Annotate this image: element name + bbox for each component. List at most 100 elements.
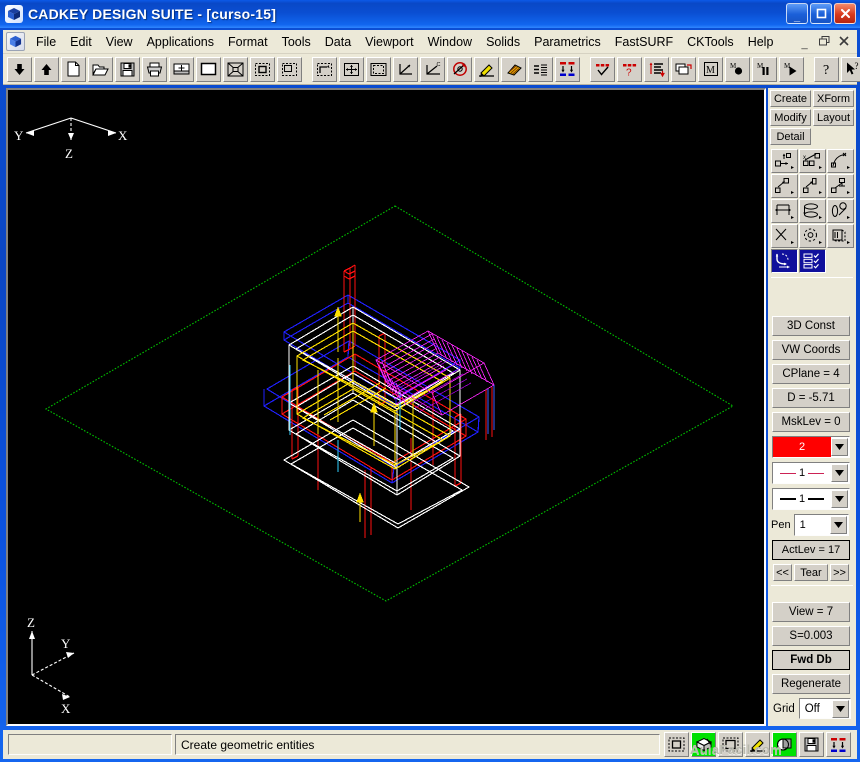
mdi-minimize-button[interactable]: _ <box>796 33 813 50</box>
fillet-icon[interactable] <box>771 249 798 273</box>
pen-combo[interactable]: 1 <box>793 514 849 536</box>
levels-icon[interactable] <box>528 56 553 82</box>
mode-detail-button[interactable]: Detail <box>770 128 811 145</box>
chevron-down-icon[interactable] <box>831 438 848 456</box>
open-folder-icon[interactable] <box>88 56 113 82</box>
point-position-icon[interactable] <box>771 149 798 173</box>
mdi-close-button[interactable] <box>836 33 853 49</box>
verify-down-icon[interactable] <box>555 56 580 82</box>
menu-item-help[interactable]: Help <box>741 32 781 52</box>
check-mask-icon[interactable] <box>590 56 615 82</box>
shade-model-icon[interactable] <box>691 732 716 757</box>
line-rectangle-icon[interactable] <box>799 174 826 198</box>
scale-button[interactable]: S=0.003 <box>772 626 850 646</box>
mode-layout-button[interactable]: Layout <box>813 109 854 126</box>
save-disk-icon[interactable] <box>799 732 824 757</box>
grid-combo[interactable]: Off <box>798 698 851 719</box>
mode-xform-button[interactable]: XForm <box>813 90 854 107</box>
linewidth-combo[interactable]: 1 <box>772 488 850 510</box>
chevron-down-icon[interactable] <box>831 464 848 482</box>
plot-window-icon[interactable] <box>169 56 194 82</box>
zoom-selection-icon[interactable] <box>277 56 302 82</box>
pencil-draw-icon[interactable] <box>745 732 770 757</box>
macro-record-icon[interactable]: M <box>725 56 750 82</box>
view-button[interactable]: View = 7 <box>772 602 850 622</box>
copy-layers-icon[interactable] <box>671 56 696 82</box>
color-combo[interactable]: 2 <box>772 436 850 458</box>
arrow-down-icon[interactable] <box>7 56 32 82</box>
cplane-button[interactable]: CPlane = 4 <box>772 364 850 384</box>
printer-icon[interactable] <box>142 56 167 82</box>
mode-create-button[interactable]: Create <box>770 90 811 107</box>
spline-icon[interactable] <box>771 199 798 223</box>
conic-icon[interactable] <box>771 224 798 248</box>
blank-window-icon[interactable] <box>196 56 221 82</box>
menu-item-data[interactable]: Data <box>318 32 358 52</box>
vw-coords-button[interactable]: VW Coords <box>772 340 850 360</box>
circle-arc-icon[interactable] <box>827 199 854 223</box>
mask-level-button[interactable]: MskLev = 0 <box>772 412 850 432</box>
solids-overlap-icon[interactable] <box>772 732 797 757</box>
palette-next-button[interactable]: >> <box>830 564 849 581</box>
linetype-combo[interactable]: 1 <box>772 462 850 484</box>
zoom-all-icon[interactable] <box>339 56 364 82</box>
menu-item-parametrics[interactable]: Parametrics <box>527 32 608 52</box>
macro-play-icon[interactable]: M <box>779 56 804 82</box>
macro-icon[interactable]: M <box>698 56 723 82</box>
zoom-box-icon[interactable] <box>250 56 275 82</box>
query-mask-icon[interactable]: ? <box>617 56 642 82</box>
palette-tear-button[interactable]: Tear <box>794 564 828 581</box>
sort-list-icon[interactable] <box>644 56 669 82</box>
arrow-up-icon[interactable] <box>34 56 59 82</box>
mdi-restore-button[interactable] <box>816 33 833 49</box>
chevron-down-icon[interactable] <box>831 699 849 718</box>
ellipse-fit-icon[interactable] <box>799 199 826 223</box>
line-parallel-icon[interactable] <box>771 174 798 198</box>
axes-cplane-icon[interactable]: C <box>420 56 445 82</box>
regenerate-button[interactable]: Regenerate <box>772 674 850 694</box>
new-file-icon[interactable] <box>61 56 86 82</box>
menu-item-fastsurf[interactable]: FastSURF <box>608 32 680 52</box>
select-box-icon[interactable] <box>718 732 743 757</box>
help-pointer-icon[interactable]: ? <box>841 56 860 82</box>
menu-item-file[interactable]: File <box>29 32 63 52</box>
select-window-icon[interactable] <box>664 732 689 757</box>
coordinate-field[interactable] <box>8 734 172 755</box>
menu-item-viewport[interactable]: Viewport <box>358 32 420 52</box>
maximize-button[interactable] <box>810 3 832 24</box>
save-disk-icon[interactable] <box>115 56 140 82</box>
menu-item-applications[interactable]: Applications <box>140 32 221 52</box>
rotate-view-icon[interactable] <box>447 56 472 82</box>
surface-icon[interactable] <box>827 224 854 248</box>
menu-item-solids[interactable]: Solids <box>479 32 527 52</box>
palette-prev-button[interactable]: << <box>773 564 792 581</box>
point-divide-icon[interactable]: x <box>799 149 826 173</box>
zoom-fit-icon[interactable] <box>223 56 248 82</box>
line-sketch-icon[interactable] <box>827 149 854 173</box>
chevron-down-icon[interactable] <box>831 490 848 508</box>
mode-modify-button[interactable]: Modify <box>770 109 811 126</box>
zoom-back-icon[interactable] <box>312 56 337 82</box>
chevron-down-icon[interactable] <box>829 516 847 534</box>
zoom-window-dashed-icon[interactable] <box>366 56 391 82</box>
arc-pattern-icon[interactable] <box>799 224 826 248</box>
pencil-icon[interactable] <box>474 56 499 82</box>
menu-item-cktools[interactable]: CKTools <box>680 32 741 52</box>
hatch-icon[interactable] <box>501 56 526 82</box>
list-check-icon[interactable] <box>799 249 826 273</box>
axes-icon[interactable] <box>393 56 418 82</box>
minimize-button[interactable]: _ <box>786 3 808 24</box>
menu-item-edit[interactable]: Edit <box>63 32 99 52</box>
fwd-db-button[interactable]: Fwd Db <box>772 650 850 670</box>
help-icon[interactable]: ? <box>814 56 839 82</box>
menu-item-tools[interactable]: Tools <box>275 32 318 52</box>
cad-viewport[interactable]: Y X Z Z Y X <box>6 88 766 726</box>
macro-pause-icon[interactable]: M <box>752 56 777 82</box>
menu-item-view[interactable]: View <box>99 32 140 52</box>
3d-const-button[interactable]: 3D Const <box>772 316 850 336</box>
verify-down-icon[interactable] <box>826 732 851 757</box>
menu-item-format[interactable]: Format <box>221 32 275 52</box>
depth-button[interactable]: D = -5.71 <box>772 388 850 408</box>
menu-item-window[interactable]: Window <box>421 32 479 52</box>
active-level-button[interactable]: ActLev = 17 <box>772 540 850 560</box>
